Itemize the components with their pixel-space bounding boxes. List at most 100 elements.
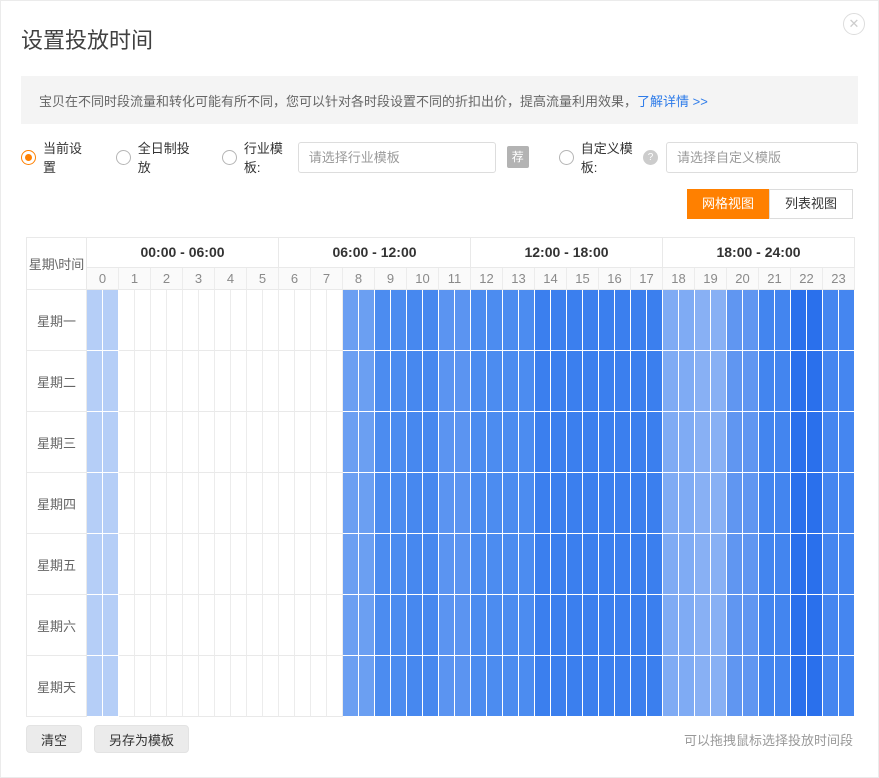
grid-cell[interactable] <box>615 656 631 717</box>
grid-cell[interactable] <box>471 412 487 473</box>
grid-cell[interactable] <box>823 290 839 351</box>
grid-cell[interactable] <box>711 290 727 351</box>
grid-cell[interactable] <box>807 412 823 473</box>
grid-cell[interactable] <box>135 595 151 656</box>
grid-cell[interactable] <box>199 290 215 351</box>
grid-cell[interactable] <box>151 656 167 717</box>
grid-cell[interactable] <box>231 534 247 595</box>
grid-cell[interactable] <box>551 595 567 656</box>
grid-cell[interactable] <box>775 595 791 656</box>
grid-cell[interactable] <box>711 595 727 656</box>
grid-cell[interactable] <box>327 534 343 595</box>
grid-cell[interactable] <box>471 351 487 412</box>
grid-cell[interactable] <box>327 351 343 412</box>
close-icon[interactable]: ✕ <box>843 13 865 35</box>
grid-cell[interactable] <box>695 351 711 412</box>
grid-cell[interactable] <box>311 656 327 717</box>
grid-cell[interactable] <box>375 351 391 412</box>
grid-cell[interactable] <box>711 656 727 717</box>
grid-cell[interactable] <box>631 473 647 534</box>
grid-cell[interactable] <box>327 412 343 473</box>
grid-cell[interactable] <box>343 473 359 534</box>
grid-cell[interactable] <box>407 595 423 656</box>
grid-cell[interactable] <box>279 656 295 717</box>
grid-cell[interactable] <box>503 656 519 717</box>
grid-cell[interactable] <box>295 656 311 717</box>
grid-cell[interactable] <box>791 656 807 717</box>
grid-cell[interactable] <box>151 412 167 473</box>
grid-cell[interactable] <box>359 534 375 595</box>
grid-cell[interactable] <box>583 412 599 473</box>
grid-cell[interactable] <box>135 351 151 412</box>
grid-cell[interactable] <box>439 412 455 473</box>
grid-cell[interactable] <box>407 290 423 351</box>
grid-cell[interactable] <box>199 351 215 412</box>
grid-cell[interactable] <box>391 351 407 412</box>
grid-cell[interactable] <box>359 473 375 534</box>
grid-cell[interactable] <box>663 656 679 717</box>
grid-cell[interactable] <box>215 656 231 717</box>
grid-cell[interactable] <box>295 473 311 534</box>
grid-cell[interactable] <box>391 595 407 656</box>
grid-cell[interactable] <box>295 595 311 656</box>
grid-cell[interactable] <box>519 656 535 717</box>
grid-cell[interactable] <box>359 595 375 656</box>
grid-cell[interactable] <box>599 351 615 412</box>
grid-cell[interactable] <box>487 595 503 656</box>
grid-cell[interactable] <box>727 656 743 717</box>
grid-cell[interactable] <box>151 534 167 595</box>
grid-cell[interactable] <box>615 595 631 656</box>
grid-cell[interactable] <box>551 656 567 717</box>
grid-cell[interactable] <box>311 351 327 412</box>
grid-cell[interactable] <box>807 473 823 534</box>
grid-cell[interactable] <box>711 473 727 534</box>
grid-cell[interactable] <box>231 473 247 534</box>
grid-cell[interactable] <box>535 473 551 534</box>
grid-cell[interactable] <box>727 473 743 534</box>
grid-cell[interactable] <box>119 656 135 717</box>
radio-industry-template[interactable]: 行业模板: <box>222 138 290 176</box>
grid-cell[interactable] <box>199 534 215 595</box>
grid-cell[interactable] <box>775 656 791 717</box>
help-icon[interactable]: ? <box>643 150 658 165</box>
grid-cell[interactable] <box>503 290 519 351</box>
tab-list-view[interactable]: 列表视图 <box>769 189 853 219</box>
grid-cell[interactable] <box>631 290 647 351</box>
grid-cell[interactable] <box>711 412 727 473</box>
grid-cell[interactable] <box>647 595 663 656</box>
grid-cell[interactable] <box>343 595 359 656</box>
grid-cell[interactable] <box>151 290 167 351</box>
grid-cell[interactable] <box>327 473 343 534</box>
grid-cell[interactable] <box>615 290 631 351</box>
grid-cell[interactable] <box>119 412 135 473</box>
grid-cell[interactable] <box>87 473 103 534</box>
grid-cell[interactable] <box>279 473 295 534</box>
grid-cell[interactable] <box>311 534 327 595</box>
grid-cell[interactable] <box>407 351 423 412</box>
grid-cell[interactable] <box>103 473 119 534</box>
radio-custom-template[interactable]: 自定义模板: <box>559 138 638 176</box>
learn-more-link[interactable]: 了解详情 >> <box>637 91 708 110</box>
grid-cell[interactable] <box>743 473 759 534</box>
grid-cell[interactable] <box>103 412 119 473</box>
grid-cell[interactable] <box>343 534 359 595</box>
grid-cell[interactable] <box>103 534 119 595</box>
grid-cell[interactable] <box>423 290 439 351</box>
grid-cell[interactable] <box>695 534 711 595</box>
grid-cell[interactable] <box>119 351 135 412</box>
grid-cell[interactable] <box>151 595 167 656</box>
grid-cell[interactable] <box>215 595 231 656</box>
grid-cell[interactable] <box>119 290 135 351</box>
grid-cell[interactable] <box>215 351 231 412</box>
grid-cell[interactable] <box>439 351 455 412</box>
grid-cell[interactable] <box>679 473 695 534</box>
grid-cell[interactable] <box>839 290 855 351</box>
grid-cell[interactable] <box>503 595 519 656</box>
grid-cell[interactable] <box>615 412 631 473</box>
grid-cell[interactable] <box>295 412 311 473</box>
grid-cell[interactable] <box>503 412 519 473</box>
grid-cell[interactable] <box>775 473 791 534</box>
grid-cell[interactable] <box>455 351 471 412</box>
grid-cell[interactable] <box>135 656 151 717</box>
grid-cell[interactable] <box>375 656 391 717</box>
